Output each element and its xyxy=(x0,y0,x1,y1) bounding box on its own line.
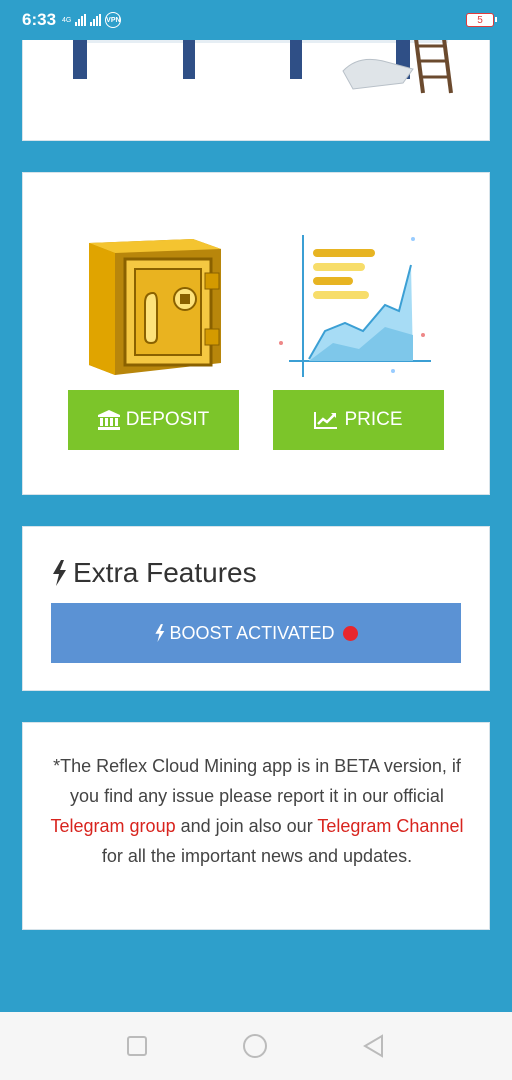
battery-icon: 5 xyxy=(466,13,497,27)
bank-icon xyxy=(97,410,120,430)
chart-illustration xyxy=(279,235,431,377)
beta-notice: *The Reflex Cloud Mining app is in BETA … xyxy=(43,751,471,871)
price-label: PRICE xyxy=(344,409,403,430)
notice-text-2: and join also our xyxy=(175,816,318,836)
line-chart-icon xyxy=(314,412,338,429)
signal-2-icon xyxy=(90,14,102,26)
deposit-label: DEPOSIT xyxy=(125,409,210,430)
home-button[interactable] xyxy=(241,1032,269,1060)
price-button[interactable]: PRICE xyxy=(273,390,444,450)
recent-apps-button[interactable] xyxy=(126,1035,148,1057)
bolt-icon xyxy=(53,560,66,586)
status-bar: 6:33 4G VPN 5 xyxy=(0,0,512,40)
telegram-group-link[interactable]: Telegram group xyxy=(51,816,176,836)
status-dot xyxy=(342,625,358,641)
notice-card: *The Reflex Cloud Mining app is in BETA … xyxy=(22,722,490,930)
status-icons: 4G VPN xyxy=(62,12,122,28)
notice-text-3: for all the important news and updates. xyxy=(101,846,413,866)
boost-button[interactable]: BOOST ACTIVATED xyxy=(51,603,461,663)
telegram-channel-link[interactable]: Telegram Channel xyxy=(317,816,463,836)
signal-icon xyxy=(75,14,87,26)
bolt-icon xyxy=(155,624,165,642)
safe-illustration xyxy=(89,239,221,375)
actions-card: DEPOSIT PRICE xyxy=(22,172,490,495)
extra-features-card: Extra Features BOOST ACTIVATED xyxy=(22,526,490,691)
back-button[interactable] xyxy=(362,1034,386,1058)
status-time: 6:33 xyxy=(22,10,57,29)
extra-features-title: Extra Features xyxy=(51,557,257,589)
deposit-button[interactable]: DEPOSIT xyxy=(68,390,239,450)
boost-label: BOOST ACTIVATED xyxy=(169,622,335,643)
network-type: 4G xyxy=(62,16,72,24)
notice-text-1: *The Reflex Cloud Mining app is in BETA … xyxy=(53,756,461,806)
navigation-bar xyxy=(0,1012,512,1080)
extra-features-label: Extra Features xyxy=(73,557,257,588)
vpn-icon: VPN xyxy=(105,12,122,28)
